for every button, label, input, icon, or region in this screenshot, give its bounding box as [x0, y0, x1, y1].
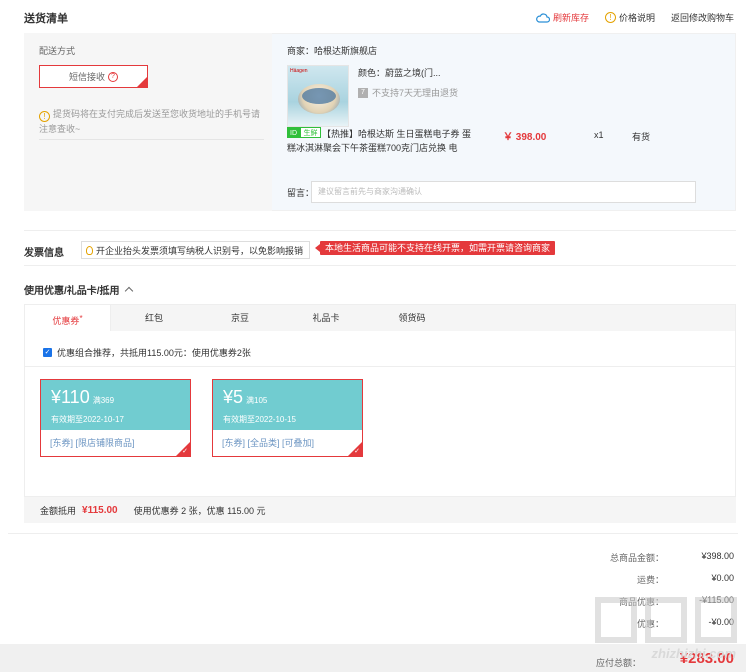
delivery-method-label: 配送方式 [39, 46, 76, 56]
coupon-tabs: 优惠券* 红包 京豆 礼品卡 领货码 [24, 304, 736, 333]
product-qty: x1 [594, 130, 604, 140]
invoice-warning: 本地生活商品可能不支持在线开票，如需开票请咨询商家 [314, 241, 556, 255]
tab-pickup-code[interactable]: 领货码 [369, 305, 455, 332]
watermark-text: zhizhizhi.com [651, 646, 737, 661]
remark-input[interactable]: 建议留言前先与商家沟通确认 [311, 181, 696, 203]
warning-icon: ! [39, 111, 50, 122]
goods-total-row: 总商品金额： ¥398.00 [609, 551, 734, 563]
info-icon: ! [604, 12, 616, 23]
no-return-icon: 7 [358, 87, 368, 98]
product-price: ￥ 398.00 [503, 132, 547, 143]
fresh-tag: ID 生鲜 [287, 127, 321, 138]
divider [39, 139, 264, 140]
sms-receive-option[interactable]: 短信接收 ? [39, 65, 148, 88]
coupon-card[interactable]: ¥5 满105 有效期至2022-10-15 [东券] [全品类] [可叠加] ✓ [212, 379, 363, 457]
pay-total-label: 应付总额： [596, 658, 642, 668]
tab-jingdou[interactable]: 京豆 [197, 305, 283, 332]
section-title: 送货清单 [24, 13, 68, 25]
check-icon: ✓ [354, 448, 360, 455]
top-links: 刷新库存 ! 价格说明 返回修改购物车 [536, 11, 734, 24]
invoice-label: 发票信息 [24, 248, 64, 259]
pickup-code-tip: ! 提货码将在支付完成后发送至您收货地址的手机号请注意查收~ [39, 109, 261, 134]
coupons-toggle[interactable]: 使用优惠/礼品卡/抵用 [24, 282, 133, 297]
product-image[interactable]: Häagen [287, 65, 349, 127]
tab-gift-card[interactable]: 礼品卡 [283, 305, 369, 332]
question-icon[interactable]: ? [108, 71, 118, 82]
no-return-notice: 7 不支持7天无理由退货 [358, 86, 458, 99]
discount-summary: 金额抵用 ¥115.00 使用优惠券 2 张，优惠 115.00 元 [24, 497, 736, 523]
tab-red-packet[interactable]: 红包 [111, 305, 197, 332]
back-to-cart-link[interactable]: 返回修改购物车 [671, 11, 734, 24]
check-icon: ✓ [182, 448, 188, 455]
price-info-link[interactable]: ! 价格说明 [604, 11, 655, 24]
combo-recommend-row[interactable]: ✓ 优惠组合推荐，共抵用115.00元：使用优惠券2张 [43, 346, 251, 359]
checkbox-checked-icon[interactable]: ✓ [43, 348, 52, 357]
product-color: 颜色：蔚蓝之境(门... [358, 68, 441, 78]
lightbulb-icon [86, 245, 93, 255]
cloud-icon [536, 12, 550, 23]
stock-status: 有货 [632, 132, 651, 142]
coupon-card[interactable]: ¥110 满369 有效期至2022-10-17 [东券] [限店铺限商品] ✓ [40, 379, 191, 457]
invoice-tip: 开企业抬头发票须填写纳税人识别号，以免影响报销 [81, 241, 311, 259]
brand-logo-icon: Häagen [290, 68, 308, 74]
chevron-up-icon [124, 286, 133, 296]
freight-row: 运费： ¥0.00 [636, 573, 734, 585]
remark-label: 留言： [287, 188, 315, 198]
merchant-name: 商家：哈根达斯旗舰店 [287, 46, 378, 56]
selected-corner-icon [137, 77, 147, 87]
refresh-stock-link[interactable]: 刷新库存 [536, 11, 589, 24]
tab-coupons[interactable]: 优惠券* [25, 305, 111, 333]
